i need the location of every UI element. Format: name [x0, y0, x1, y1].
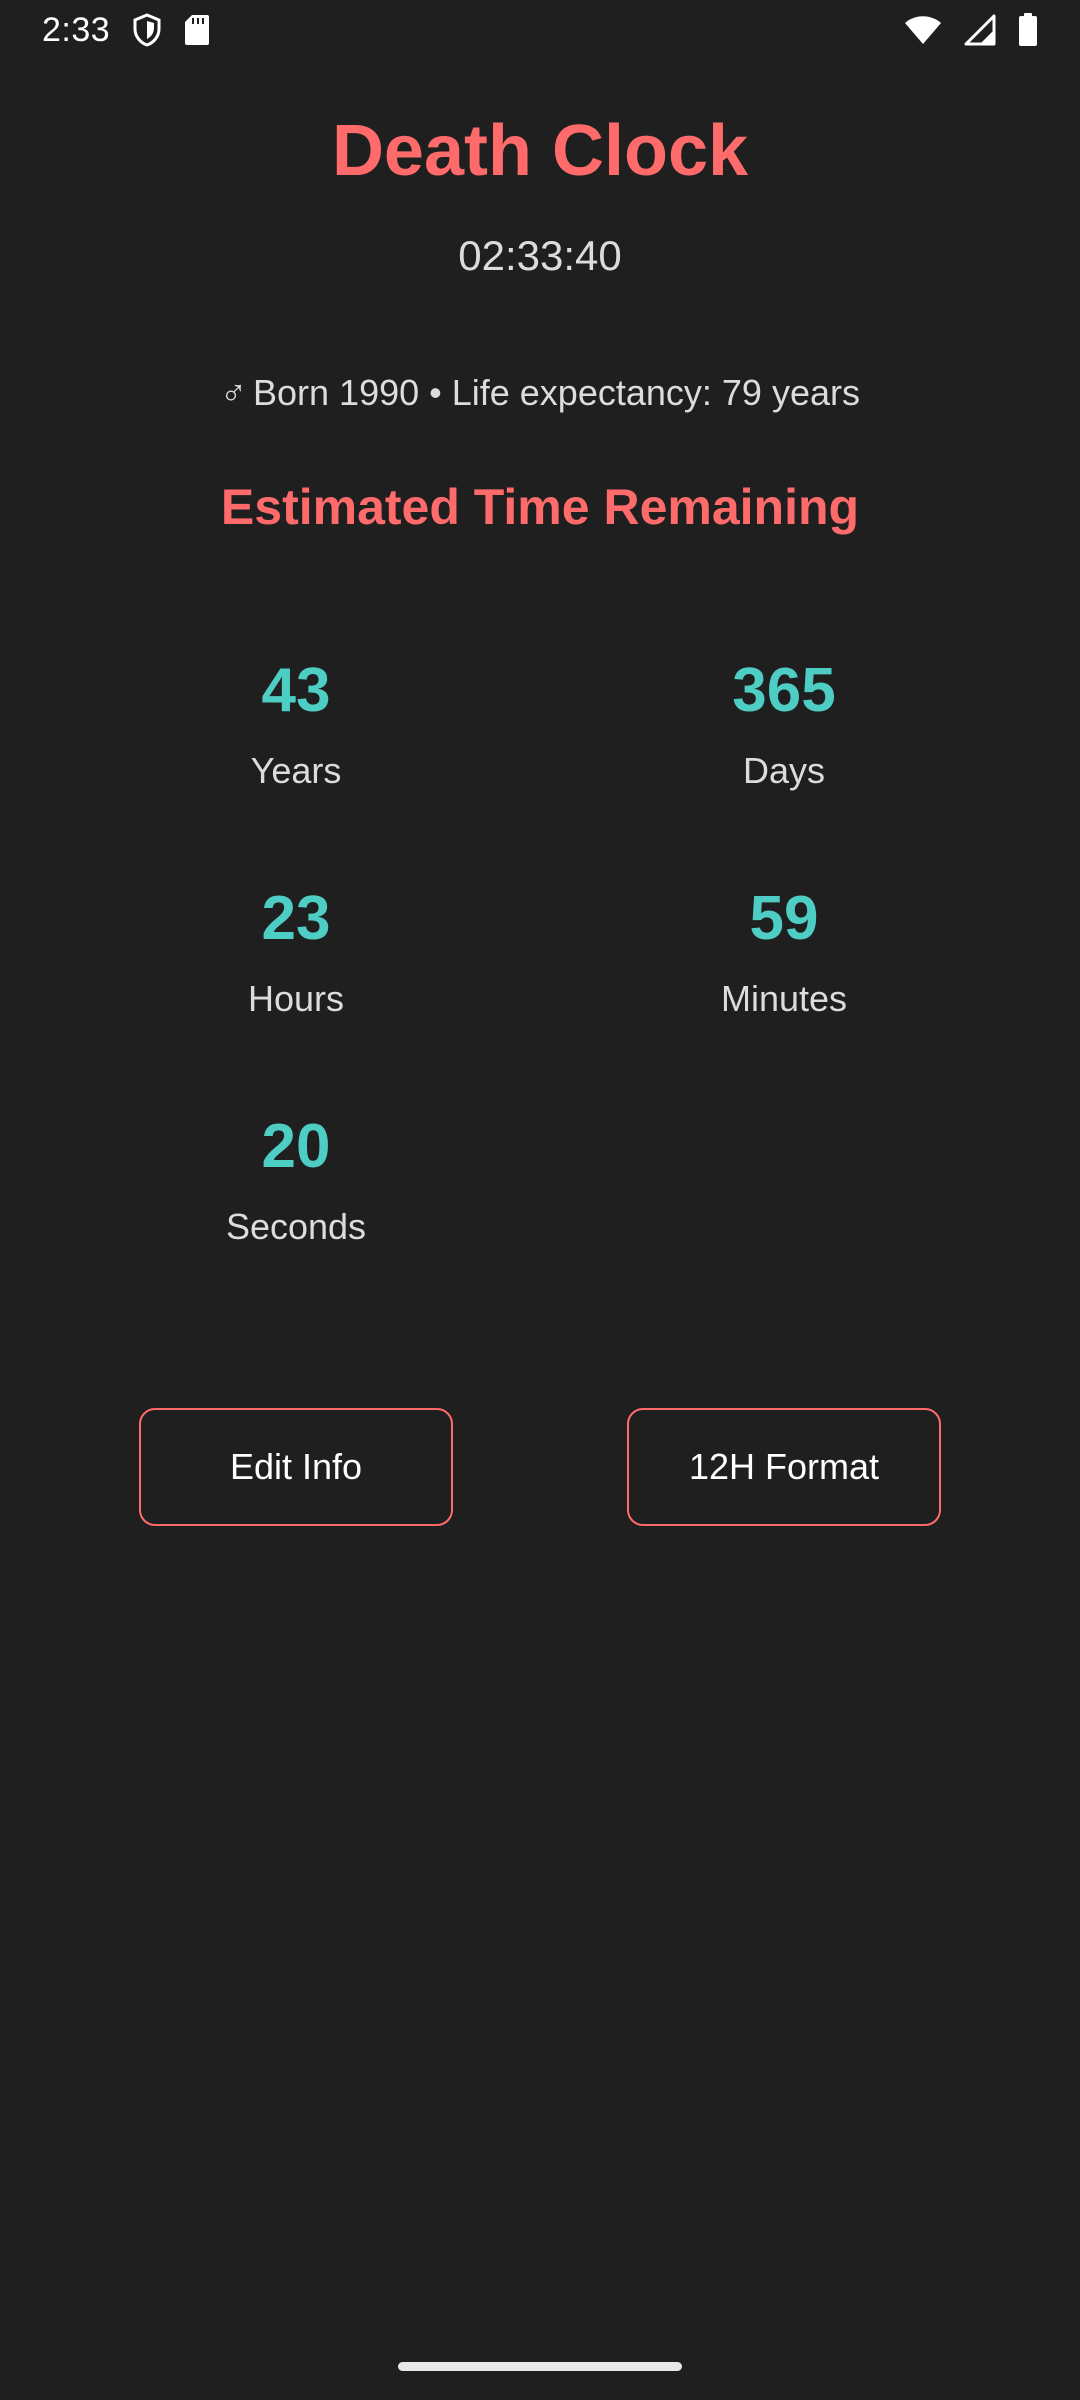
male-gender-icon: ♂ — [220, 372, 247, 413]
edit-info-button[interactable]: Edit Info — [139, 1408, 453, 1526]
countdown-minutes: 59 Minutes — [584, 888, 984, 1020]
status-bar-left: 2:33 — [42, 11, 210, 50]
cell-signal-icon — [964, 14, 996, 46]
hours-label: Hours — [247, 978, 345, 1019]
time-format-toggle-button[interactable]: 12H Format — [627, 1408, 941, 1526]
status-bar-right — [904, 13, 1038, 47]
user-info-text: Born 1990 • Life expectancy: 79 years — [253, 372, 860, 413]
seconds-value: 20 — [261, 1112, 331, 1181]
years-value: 43 — [261, 656, 331, 725]
minutes-label: Minutes — [720, 978, 848, 1019]
countdown-hours: 23 Hours — [96, 888, 496, 1020]
hours-value: 23 — [261, 884, 331, 953]
countdown-days: 365 Days — [584, 660, 984, 792]
battery-icon — [1018, 13, 1038, 47]
days-value: 365 — [732, 656, 836, 725]
section-title: Estimated Time Remaining — [220, 479, 860, 535]
minutes-value: 59 — [749, 884, 819, 953]
sd-card-icon — [184, 14, 210, 46]
countdown-years: 43 Years — [96, 660, 496, 792]
years-label: Years — [250, 750, 342, 791]
gesture-navigation-bar[interactable] — [398, 2362, 682, 2371]
user-info-line: ♂ Born 1990 • Life expectancy: 79 years — [0, 372, 1080, 414]
status-time: 2:33 — [42, 10, 111, 49]
wifi-icon — [904, 15, 942, 45]
days-label: Days — [742, 750, 826, 791]
status-bar: 2:33 — [0, 0, 1080, 60]
countdown-seconds: 20 Seconds — [96, 1116, 496, 1248]
shield-icon — [132, 13, 162, 47]
seconds-label: Seconds — [225, 1206, 367, 1247]
page-title: Death Clock — [331, 111, 749, 191]
current-time-clock: 02:33:40 — [458, 232, 622, 279]
